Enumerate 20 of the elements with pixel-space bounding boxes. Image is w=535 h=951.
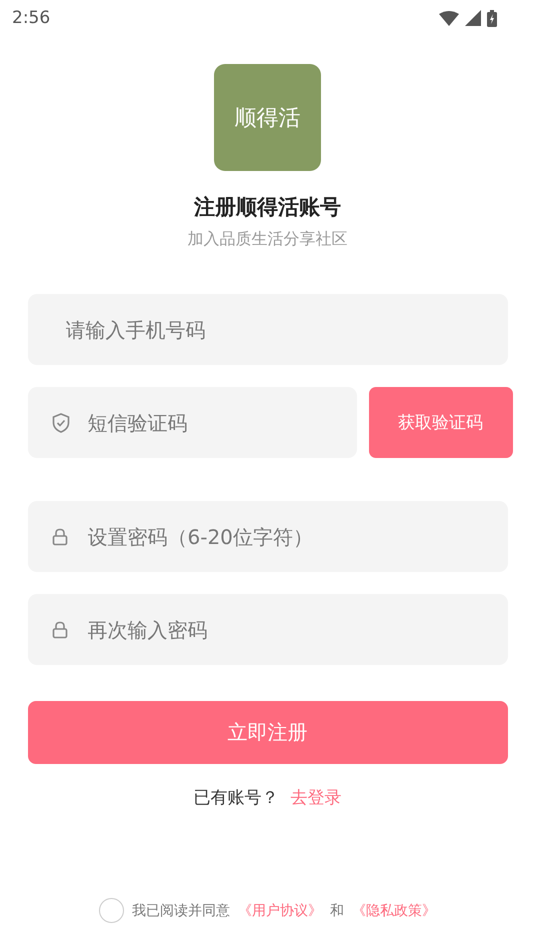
app-logo: 顺得活 <box>214 64 321 171</box>
and-text: 和 <box>330 902 344 920</box>
privacy-link[interactable]: 《隐私政策》 <box>352 902 436 920</box>
register-button[interactable]: 立即注册 <box>28 701 508 764</box>
agree-checkbox[interactable] <box>99 898 124 923</box>
page-title: 注册顺得活账号 <box>194 194 341 221</box>
input-field[interactable]: 短信验证码 <box>28 387 356 458</box>
page-subtitle: 加入品质生活分享社区 <box>188 229 348 250</box>
input-field[interactable]: 请输入手机号码 <box>28 294 508 365</box>
terms-link[interactable]: 《用户协议》 <box>238 902 322 920</box>
wifi-icon <box>439 10 459 26</box>
agreement-text: 我已阅读并同意 <box>132 902 230 920</box>
input-field[interactable]: 设置密码（6-20位字符） <box>28 501 508 572</box>
login-link[interactable]: 去登录 <box>290 786 342 809</box>
battery-icon <box>487 10 497 26</box>
input-field[interactable]: 再次输入密码 <box>28 594 508 665</box>
signal-icon <box>465 10 481 26</box>
get-code-button[interactable]: 获取验证码 <box>368 387 512 458</box>
login-prompt: 已有账号？ <box>194 787 278 809</box>
status-time: 2:56 <box>12 8 50 28</box>
